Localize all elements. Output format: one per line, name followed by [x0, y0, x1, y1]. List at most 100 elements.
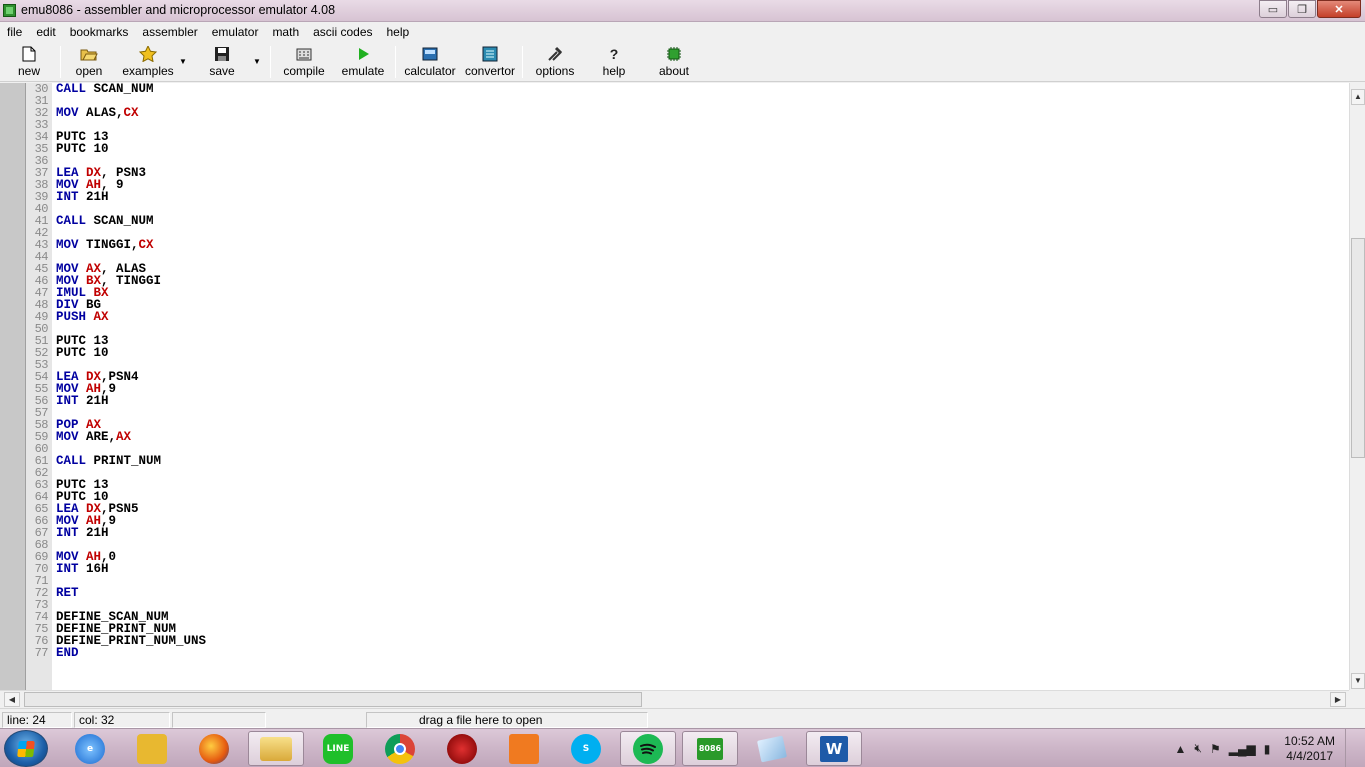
- code-editor[interactable]: 30 CALL SCAN_NUM 31 32 MOV ALAS,CX 33 34 PUTC 1…: [0, 83, 1349, 690]
- code-line[interactable]: 49 PUSH AX: [26, 311, 1346, 324]
- code-line[interactable]: 62: [26, 467, 1346, 479]
- menu-help[interactable]: help: [380, 22, 417, 42]
- taskbar-internet-explorer[interactable]: e: [62, 731, 118, 766]
- code-line[interactable]: 69 MOV AH,0: [26, 551, 1346, 564]
- minimize-button[interactable]: ▭: [1259, 0, 1287, 18]
- code-line[interactable]: 74 DEFINE_SCAN_NUM: [26, 611, 1346, 624]
- horizontal-scrollbar[interactable]: ◀ ▶: [0, 690, 1349, 707]
- taskbar-file-explorer[interactable]: [248, 731, 304, 766]
- code-line[interactable]: 30 CALL SCAN_NUM: [26, 83, 1346, 95]
- emulate-button[interactable]: emulate: [338, 44, 388, 80]
- vertical-scroll-thumb[interactable]: [1351, 238, 1365, 458]
- code-line[interactable]: 72 RET: [26, 587, 1346, 600]
- taskbar-gadgets[interactable]: [124, 731, 180, 766]
- taskbar-red-app[interactable]: [434, 731, 490, 766]
- examples-button[interactable]: examples: [120, 44, 176, 80]
- taskbar-word[interactable]: W: [806, 731, 862, 766]
- code-line[interactable]: 36: [26, 155, 1346, 167]
- scroll-right-arrow-icon[interactable]: ▶: [1330, 692, 1346, 707]
- new-button[interactable]: new: [8, 44, 50, 80]
- taskbar-orange-app[interactable]: [496, 731, 552, 766]
- vertical-scrollbar[interactable]: ▲ ▼: [1349, 83, 1365, 690]
- volume-muted-icon[interactable]: 🔇︎: [1194, 741, 1202, 756]
- scroll-left-arrow-icon[interactable]: ◀: [4, 692, 20, 707]
- code-line[interactable]: 39 INT 21H: [26, 191, 1346, 204]
- close-button[interactable]: ✕: [1317, 0, 1361, 18]
- code-line[interactable]: 41 CALL SCAN_NUM: [26, 215, 1346, 228]
- code-line[interactable]: 68: [26, 539, 1346, 551]
- code-line[interactable]: 38 MOV AH, 9: [26, 179, 1346, 192]
- system-clock[interactable]: 10:52 AM 4/4/2017: [1284, 734, 1335, 764]
- show-desktop-button[interactable]: [1345, 729, 1357, 767]
- scroll-down-arrow-icon[interactable]: ▼: [1351, 673, 1365, 689]
- code-line[interactable]: 71: [26, 575, 1346, 587]
- code-line[interactable]: 77 END: [26, 647, 1346, 660]
- code-line[interactable]: 65 LEA DX,PSN5: [26, 503, 1346, 516]
- restore-button[interactable]: ❐: [1288, 0, 1316, 18]
- code-line[interactable]: 61 CALL PRINT_NUM: [26, 455, 1346, 468]
- code-line[interactable]: 45 MOV AX, ALAS: [26, 263, 1346, 276]
- code-line[interactable]: 60: [26, 443, 1346, 455]
- code-line[interactable]: 44: [26, 251, 1346, 263]
- taskbar-skype[interactable]: S: [558, 731, 614, 766]
- code-line[interactable]: 51 PUTC 13: [26, 335, 1346, 348]
- code-line[interactable]: 43 MOV TINGGI,CX: [26, 239, 1346, 252]
- help-button[interactable]: ? help: [596, 44, 632, 80]
- compile-button[interactable]: compile: [280, 44, 328, 80]
- show-hidden-icons-icon[interactable]: ▲: [1175, 742, 1187, 756]
- code-line[interactable]: 48 DIV BG: [26, 299, 1346, 312]
- code-line[interactable]: 56 INT 21H: [26, 395, 1346, 408]
- open-button[interactable]: open: [70, 44, 108, 80]
- code-line[interactable]: 55 MOV AH,9: [26, 383, 1346, 396]
- code-line[interactable]: 31: [26, 95, 1346, 107]
- taskbar-emu8086[interactable]: 8086: [682, 731, 738, 766]
- code-line[interactable]: 59 MOV ARE,AX: [26, 431, 1346, 444]
- code-line[interactable]: 76 DEFINE_PRINT_NUM_UNS: [26, 635, 1346, 648]
- save-dropdown-arrow-icon[interactable]: ▼: [253, 57, 261, 66]
- menu-ascii-codes[interactable]: ascii codes: [306, 22, 379, 42]
- network-signal-icon[interactable]: ▂▄▆: [1229, 742, 1256, 756]
- horizontal-scroll-thumb[interactable]: [24, 692, 642, 707]
- code-line[interactable]: 66 MOV AH,9: [26, 515, 1346, 528]
- code-line[interactable]: 47 IMUL BX: [26, 287, 1346, 300]
- menu-emulator[interactable]: emulator: [205, 22, 266, 42]
- code-line[interactable]: 73: [26, 599, 1346, 611]
- menu-assembler[interactable]: assembler: [135, 22, 204, 42]
- start-button[interactable]: [4, 730, 48, 767]
- taskbar-firefox[interactable]: [186, 731, 242, 766]
- menu-bookmarks[interactable]: bookmarks: [63, 22, 136, 42]
- scroll-up-arrow-icon[interactable]: ▲: [1351, 89, 1365, 105]
- examples-dropdown-arrow-icon[interactable]: ▼: [179, 57, 187, 66]
- code-line[interactable]: 32 MOV ALAS,CX: [26, 107, 1346, 120]
- code-line[interactable]: 50: [26, 323, 1346, 335]
- code-line[interactable]: 42: [26, 227, 1346, 239]
- action-center-flag-icon[interactable]: ⚑: [1210, 742, 1221, 756]
- code-line[interactable]: 34 PUTC 13: [26, 131, 1346, 144]
- taskbar-spotify[interactable]: [620, 731, 676, 766]
- options-button[interactable]: options: [532, 44, 578, 80]
- code-line[interactable]: 35 PUTC 10: [26, 143, 1346, 156]
- code-line[interactable]: 75 DEFINE_PRINT_NUM: [26, 623, 1346, 636]
- calculator-button[interactable]: calculator: [400, 44, 460, 80]
- code-line[interactable]: 52 PUTC 10: [26, 347, 1346, 360]
- code-line[interactable]: 53: [26, 359, 1346, 371]
- taskbar-chrome[interactable]: [372, 731, 428, 766]
- menu-math[interactable]: math: [265, 22, 306, 42]
- code-line[interactable]: 40: [26, 203, 1346, 215]
- about-button[interactable]: about: [652, 44, 696, 80]
- code-line[interactable]: 37 LEA DX, PSN3: [26, 167, 1346, 180]
- taskbar-notepad[interactable]: [744, 731, 800, 766]
- power-icon[interactable]: ▮: [1264, 742, 1271, 756]
- code-line[interactable]: 67 INT 21H: [26, 527, 1346, 540]
- code-line[interactable]: 64 PUTC 10: [26, 491, 1346, 504]
- save-button[interactable]: save: [203, 44, 241, 80]
- menu-file[interactable]: file: [0, 22, 29, 42]
- bookmark-margin[interactable]: [0, 83, 26, 690]
- convertor-button[interactable]: convertor: [462, 44, 518, 80]
- code-line[interactable]: 57: [26, 407, 1346, 419]
- taskbar-line[interactable]: LINE: [310, 731, 366, 766]
- menu-edit[interactable]: edit: [29, 22, 62, 42]
- code-line[interactable]: 58 POP AX: [26, 419, 1346, 432]
- code-line[interactable]: 33: [26, 119, 1346, 131]
- code-line[interactable]: 63 PUTC 13: [26, 479, 1346, 492]
